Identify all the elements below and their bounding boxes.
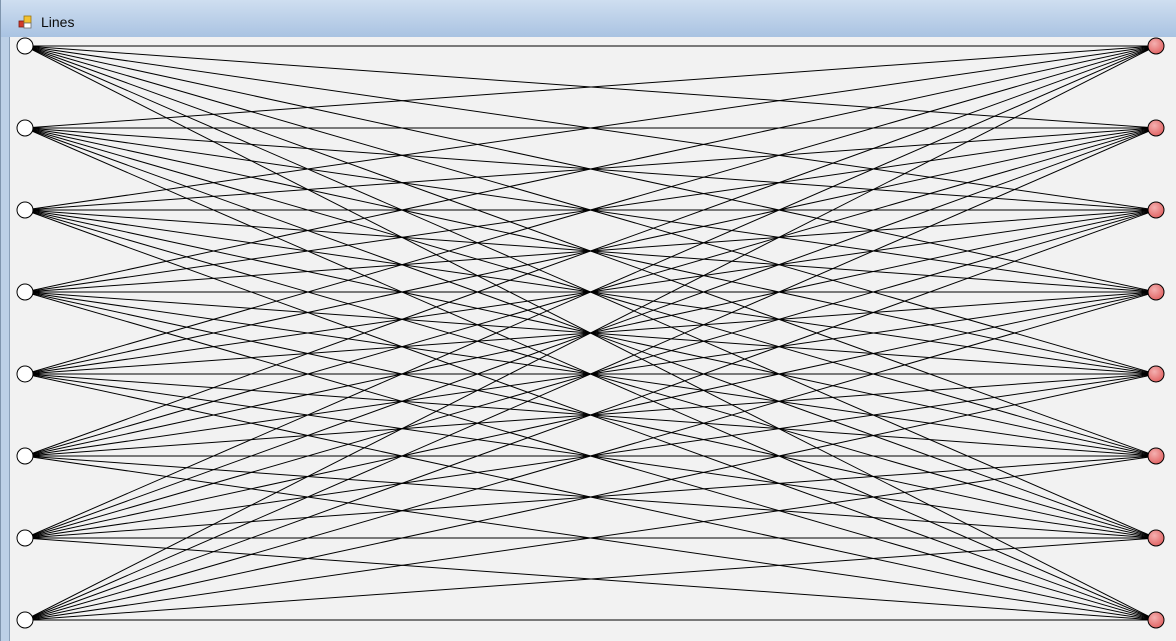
left-node-0[interactable] <box>16 37 34 55</box>
right-node-4[interactable] <box>1147 365 1165 383</box>
right-node-1[interactable] <box>1147 119 1165 137</box>
right-node-2[interactable] <box>1147 201 1165 219</box>
left-node-3[interactable] <box>16 283 34 301</box>
right-node-6[interactable] <box>1147 529 1165 547</box>
left-node-2[interactable] <box>16 201 34 219</box>
bipartite-graph <box>16 37 1165 629</box>
edges-layer <box>24 45 1157 621</box>
application-window: Lines <box>0 0 1176 641</box>
right-node-3[interactable] <box>1147 283 1165 301</box>
right-node-5[interactable] <box>1147 447 1165 465</box>
left-node-5[interactable] <box>16 447 34 465</box>
right-node-0[interactable] <box>1147 37 1165 55</box>
left-node-6[interactable] <box>16 529 34 547</box>
left-node-4[interactable] <box>16 365 34 383</box>
window-title: Lines <box>41 14 75 30</box>
form-app-icon[interactable] <box>18 14 34 30</box>
drawing-area <box>9 37 1176 641</box>
left-node-7[interactable] <box>16 611 34 629</box>
right-node-7[interactable] <box>1147 611 1165 629</box>
left-node-1[interactable] <box>16 119 34 137</box>
title-bar[interactable]: Lines <box>1 0 1176 37</box>
